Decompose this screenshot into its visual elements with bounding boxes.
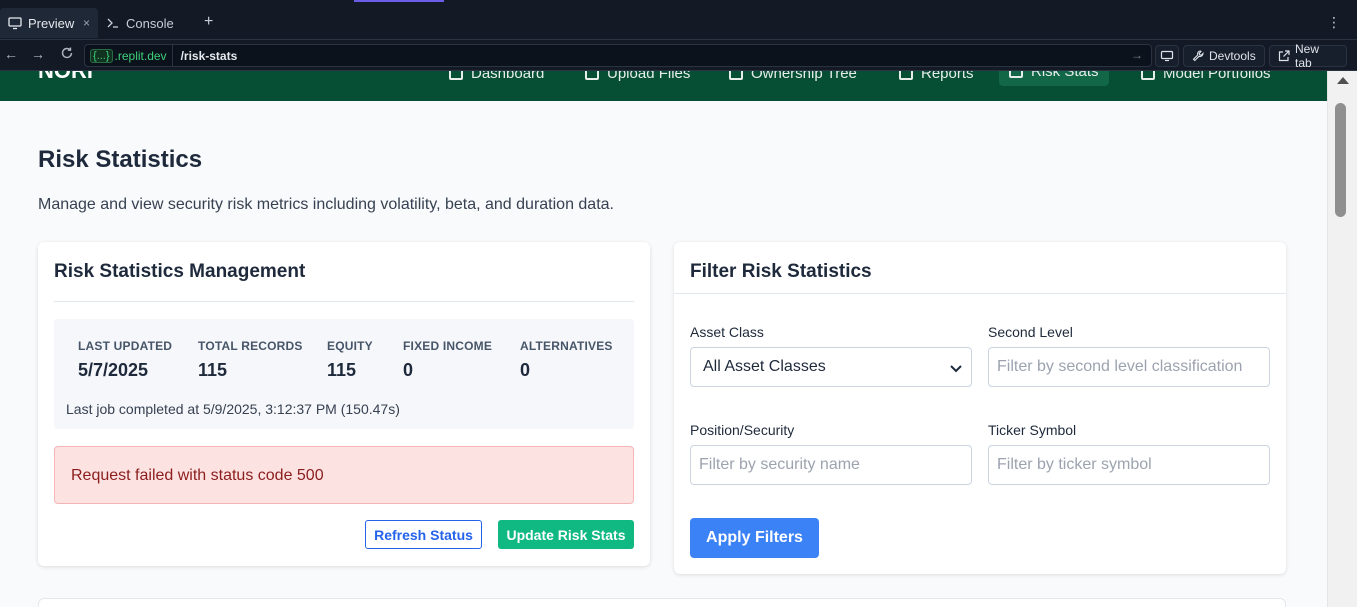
terminal-icon xyxy=(107,18,118,28)
scroll-up-arrow-icon[interactable] xyxy=(1337,77,1349,84)
more-menu-icon[interactable]: ⋮ xyxy=(1327,14,1341,31)
chevron-down-icon xyxy=(950,365,962,373)
new-tab-button[interactable]: New tab xyxy=(1269,42,1347,70)
forward-arrow-icon[interactable]: → xyxy=(29,46,47,62)
stat-fixed-income: FIXED INCOME 0 xyxy=(403,339,492,381)
page-description: Manage and view security risk metrics in… xyxy=(38,196,614,213)
tree-icon xyxy=(729,71,743,80)
stat-value: 115 xyxy=(327,360,357,380)
nav-risk-stats-label: Risk Stats xyxy=(1031,71,1099,80)
risk-stats-management-card: Risk Statistics Management LAST UPDATED … xyxy=(38,242,650,566)
url-host: {...} .replit.dev xyxy=(85,45,173,66)
stat-label: LAST UPDATED xyxy=(78,339,173,353)
external-link-icon xyxy=(1278,50,1290,62)
nav-model-portfolios-label: Model Portfolios xyxy=(1163,71,1271,82)
results-card xyxy=(38,598,1286,607)
stats-summary: LAST UPDATED 5/7/2025 TOTAL RECORDS 115 … xyxy=(54,319,634,429)
job-status-text: Last job completed at 5/9/2025, 3:12:37 … xyxy=(66,401,400,417)
stat-value: 115 xyxy=(198,360,228,380)
nav-upload-files[interactable]: Upload Files xyxy=(585,71,690,85)
stat-value: 0 xyxy=(403,360,414,380)
nav-dashboard-label: Dashboard xyxy=(471,71,545,82)
stat-value: 5/7/2025 xyxy=(78,360,149,380)
filter-card-title: Filter Risk Statistics xyxy=(690,261,872,282)
second-level-input[interactable]: Filter by second level classification xyxy=(988,347,1270,387)
position-security-label: Position/Security xyxy=(690,422,795,438)
asset-class-label: Asset Class xyxy=(690,324,764,340)
nav-ownership-label: Ownership Tree xyxy=(751,71,857,82)
nav-reports-label: Reports xyxy=(921,71,974,82)
refresh-status-button[interactable]: Refresh Status xyxy=(365,520,482,549)
tab-console[interactable]: Console xyxy=(98,8,198,38)
monitor-icon xyxy=(1160,50,1174,62)
stat-equity: EQUITY 115 xyxy=(327,339,373,381)
monitor-icon xyxy=(8,17,22,30)
card-divider xyxy=(674,293,1286,294)
add-tab-button[interactable]: + xyxy=(204,13,213,31)
url-host-braces: {...} xyxy=(90,48,113,63)
update-risk-stats-button[interactable]: Update Risk Stats xyxy=(498,520,634,549)
error-message: Request failed with status code 500 xyxy=(71,467,324,484)
management-card-title: Risk Statistics Management xyxy=(54,261,306,282)
tab-preview-label: Preview xyxy=(28,15,75,31)
stat-total-records: TOTAL RECORDS 115 xyxy=(198,339,303,381)
stat-value: 0 xyxy=(520,360,531,380)
report-icon xyxy=(899,71,913,80)
apply-filters-button[interactable]: Apply Filters xyxy=(690,518,819,558)
tab-accent-line xyxy=(354,0,444,2)
stat-label: EQUITY xyxy=(327,339,373,353)
scroll-thumb[interactable] xyxy=(1335,103,1346,217)
tab-preview[interactable]: Preview × xyxy=(0,8,98,38)
dashboard-icon xyxy=(449,71,463,80)
chart-icon xyxy=(1009,71,1023,78)
portfolio-icon xyxy=(1141,71,1155,80)
stat-alternatives: ALTERNATIVES 0 xyxy=(520,339,613,381)
security-name-input[interactable]: Filter by security name xyxy=(690,445,972,485)
devtools-label: Devtools xyxy=(1209,49,1256,63)
filter-risk-stats-card: Filter Risk Statistics Asset Class All A… xyxy=(674,242,1286,574)
url-bar: ← → {...} .replit.dev /risk-stats → Devt… xyxy=(0,40,1357,71)
asset-class-select[interactable]: All Asset Classes xyxy=(690,347,972,387)
ticker-symbol-input[interactable]: Filter by ticker symbol xyxy=(988,445,1270,485)
reload-icon[interactable] xyxy=(58,46,76,63)
card-divider xyxy=(54,301,634,302)
tab-console-label: Console xyxy=(126,15,174,31)
url-path: /risk-stats xyxy=(180,48,238,63)
nav-upload-label: Upload Files xyxy=(607,71,691,82)
close-icon[interactable]: × xyxy=(83,16,90,30)
stat-last-updated: LAST UPDATED 5/7/2025 xyxy=(78,339,172,381)
devtools-button[interactable]: Devtools xyxy=(1183,45,1265,67)
nav-reports[interactable]: Reports xyxy=(899,71,974,85)
wrench-icon xyxy=(1192,50,1204,62)
page-scrollbar[interactable] xyxy=(1327,71,1357,607)
url-host-text: .replit.dev xyxy=(114,48,167,63)
nav-ownership-tree[interactable]: Ownership Tree xyxy=(729,71,857,85)
stat-label: TOTAL RECORDS xyxy=(198,339,303,353)
nav-dashboard[interactable]: Dashboard xyxy=(449,71,544,85)
asset-class-value: All Asset Classes xyxy=(703,358,826,375)
url-input[interactable]: {...} .replit.dev /risk-stats → xyxy=(84,44,1152,67)
back-arrow-icon[interactable]: ← xyxy=(2,46,20,62)
error-alert: Request failed with status code 500 xyxy=(54,446,634,504)
new-tab-label: New tab xyxy=(1295,42,1320,70)
ticker-symbol-label: Ticker Symbol xyxy=(988,422,1077,438)
upload-icon xyxy=(585,71,599,80)
nav-model-portfolios[interactable]: Model Portfolios xyxy=(1141,71,1271,85)
app-header: NORI Dashboard Upload Files Ownership Tr… xyxy=(0,71,1327,101)
nav-risk-stats[interactable]: Risk Stats xyxy=(999,71,1109,86)
second-level-label: Second Level xyxy=(988,324,1073,340)
browser-tab-bar: Preview × Console + ⋮ xyxy=(0,0,1357,40)
page-title: Risk Statistics xyxy=(38,146,203,173)
screen-toggle-button[interactable] xyxy=(1155,45,1179,67)
stat-label: FIXED INCOME xyxy=(403,339,493,353)
stat-label: ALTERNATIVES xyxy=(520,339,613,353)
go-arrow-icon[interactable]: → xyxy=(1131,48,1143,62)
brand-logo[interactable]: NORI xyxy=(38,71,93,84)
